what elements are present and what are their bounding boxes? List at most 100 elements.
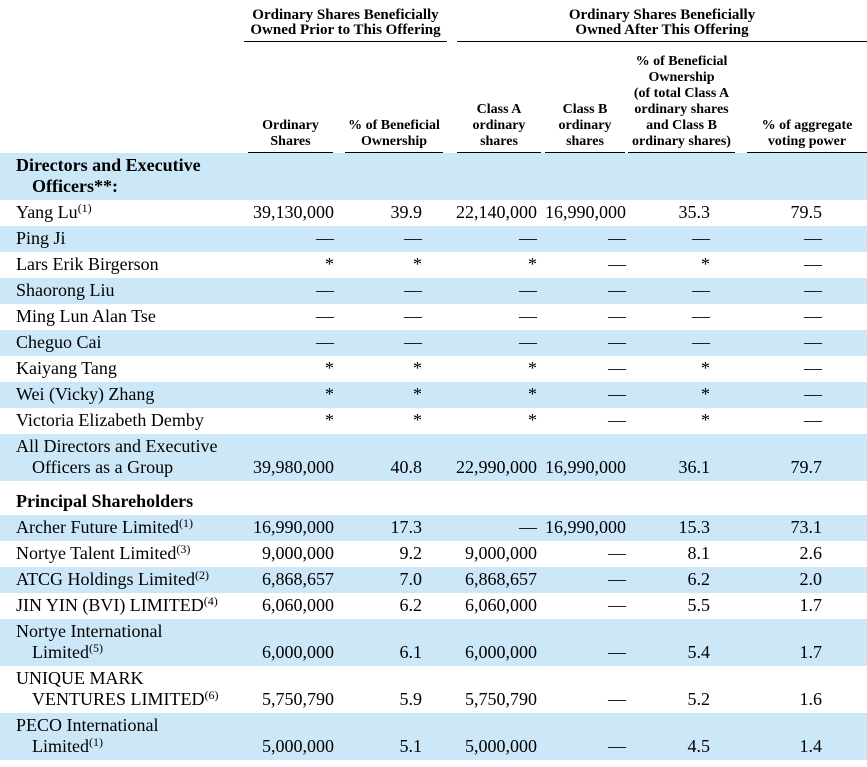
cell-ordinary-shares: 9,000,000: [244, 541, 338, 567]
cell-class-b-shares: —: [541, 666, 628, 713]
shareholder-name: PECO InternationalLimited(1): [0, 713, 244, 760]
shareholder-name: Ming Lun Alan Tse: [0, 304, 244, 330]
cell-class-b-shares: —: [541, 278, 628, 304]
cell-class-a-shares: 9,000,000: [455, 541, 541, 567]
cell-pct-voting-power: —: [741, 252, 867, 278]
column-header-pct-voting-power: % of aggregate voting power: [741, 42, 867, 153]
column-header-pct-beneficial-ownership: % of Beneficial Ownership: [338, 42, 455, 153]
cell-class-a-shares: —: [455, 330, 541, 356]
cell-ordinary-shares: *: [244, 356, 338, 382]
footnote-marker: (4): [204, 594, 218, 608]
shareholder-name: ATCG Holdings Limited(2): [0, 567, 244, 593]
cell-class-a-shares: 5,000,000: [455, 713, 541, 760]
cell-class-a-shares: 6,000,000: [455, 619, 541, 666]
cell-pct-beneficial-total: 5.5: [628, 593, 741, 619]
cell-class-b-shares: —: [541, 593, 628, 619]
table-row: Wei (Vicky) Zhang***—*—: [0, 382, 867, 408]
shareholder-name-line: Nortye International: [16, 621, 242, 642]
cell-pct-voting-power: 1.6: [741, 666, 867, 713]
cell-pct-beneficial-ownership: 5.9: [338, 666, 455, 713]
cell-pct-voting-power: 1.7: [741, 619, 867, 666]
cell-class-a-shares: 22,140,000: [455, 200, 541, 226]
cell-pct-beneficial-ownership: 6.1: [338, 619, 455, 666]
cell-ordinary-shares: *: [244, 252, 338, 278]
cell-pct-beneficial-total: 6.2: [628, 567, 741, 593]
section-gap: [0, 481, 867, 489]
section-gap-cell: [0, 481, 867, 489]
group-header-prior-offering: Ordinary Shares Beneficially Owned Prior…: [244, 0, 455, 42]
shareholder-name-line: Officers as a Group: [16, 457, 242, 478]
cell-pct-beneficial-ownership: —: [338, 304, 455, 330]
cell-pct-beneficial-total: 15.3: [628, 515, 741, 541]
cell-pct-voting-power: —: [741, 304, 867, 330]
cell-class-a-shares: 6,868,657: [455, 567, 541, 593]
section-title-row: Directors and ExecutiveOfficers**:: [0, 153, 867, 200]
column-header-row: Ordinary Shares % of Beneficial Ownershi…: [0, 42, 867, 153]
cell-class-b-shares: —: [541, 226, 628, 252]
shareholder-name: Cheguo Cai: [0, 330, 244, 356]
cell-pct-beneficial-ownership: *: [338, 356, 455, 382]
cell-ordinary-shares: 39,980,000: [244, 434, 338, 481]
shareholder-name-line: All Directors and Executive: [16, 436, 242, 457]
shareholder-name-line: Limited(5): [16, 642, 242, 663]
cell-pct-voting-power: 73.1: [741, 515, 867, 541]
column-header-label: % of Beneficial Ownership (of total Clas…: [628, 54, 735, 153]
shareholder-name: Archer Future Limited(1): [0, 515, 244, 541]
cell-class-b-shares: —: [541, 619, 628, 666]
footnote-marker: (1): [78, 201, 92, 215]
cell-pct-voting-power: —: [741, 382, 867, 408]
footnote-marker: (2): [195, 568, 209, 582]
cell-pct-beneficial-total: —: [628, 278, 741, 304]
shareholder-name: JIN YIN (BVI) LIMITED(4): [0, 593, 244, 619]
column-header-class-a-shares: Class A ordinary shares: [455, 42, 541, 153]
cell-class-a-shares: *: [455, 252, 541, 278]
cell-class-b-shares: —: [541, 330, 628, 356]
shareholder-name-line: Wei (Vicky) Zhang: [16, 384, 242, 405]
cell-pct-beneficial-total: 8.1: [628, 541, 741, 567]
shareholder-name-line: ATCG Holdings Limited(2): [16, 569, 242, 590]
column-header-label: % of Beneficial Ownership: [345, 118, 443, 153]
shareholder-name-line: Victoria Elizabeth Demby: [16, 410, 242, 431]
cell-ordinary-shares: 5,750,790: [244, 666, 338, 713]
cell-class-a-shares: —: [455, 278, 541, 304]
cell-pct-beneficial-total: *: [628, 382, 741, 408]
shareholder-name-line: Cheguo Cai: [16, 332, 242, 353]
cell-ordinary-shares: 39,130,000: [244, 200, 338, 226]
cell-pct-voting-power: 1.7: [741, 593, 867, 619]
section-title: Principal Shareholders: [0, 489, 867, 515]
shareholder-name: Yang Lu(1): [0, 200, 244, 226]
cell-pct-beneficial-total: 5.4: [628, 619, 741, 666]
table-body: Directors and ExecutiveOfficers**:Yang L…: [0, 153, 867, 760]
cell-pct-beneficial-total: *: [628, 356, 741, 382]
column-header-pct-beneficial-total: % of Beneficial Ownership (of total Clas…: [628, 42, 741, 153]
shareholder-name: All Directors and ExecutiveOfficers as a…: [0, 434, 244, 481]
section-title: Directors and ExecutiveOfficers**:: [0, 153, 867, 200]
cell-class-b-shares: —: [541, 356, 628, 382]
shareholder-name: Victoria Elizabeth Demby: [0, 408, 244, 434]
cell-ordinary-shares: —: [244, 278, 338, 304]
shareholder-name-line: Limited(1): [16, 736, 242, 757]
cell-pct-beneficial-ownership: —: [338, 330, 455, 356]
shareholder-name: Nortye InternationalLimited(5): [0, 619, 244, 666]
table-row: JIN YIN (BVI) LIMITED(4)6,060,0006.26,06…: [0, 593, 867, 619]
shareholder-name-line: Yang Lu(1): [16, 202, 242, 223]
cell-pct-beneficial-ownership: —: [338, 278, 455, 304]
ownership-table: Ordinary Shares Beneficially Owned Prior…: [0, 0, 867, 760]
cell-ordinary-shares: 6,868,657: [244, 567, 338, 593]
cell-class-b-shares: —: [541, 567, 628, 593]
cell-pct-beneficial-ownership: *: [338, 382, 455, 408]
group-header-after-label: Ordinary Shares Beneficially Owned After…: [457, 8, 867, 42]
table-row: Shaorong Liu——————: [0, 278, 867, 304]
cell-ordinary-shares: —: [244, 330, 338, 356]
document-page: Ordinary Shares Beneficially Owned Prior…: [0, 0, 867, 767]
shareholder-name-line: Shaorong Liu: [16, 280, 242, 301]
cell-pct-beneficial-total: 5.2: [628, 666, 741, 713]
cell-pct-voting-power: —: [741, 356, 867, 382]
shareholder-name-line: PECO International: [16, 715, 242, 736]
cell-class-b-shares: —: [541, 252, 628, 278]
cell-pct-beneficial-ownership: *: [338, 252, 455, 278]
cell-pct-beneficial-ownership: 9.2: [338, 541, 455, 567]
footnote-marker: (5): [89, 641, 103, 655]
table-row: Lars Erik Birgerson***—*—: [0, 252, 867, 278]
cell-class-b-shares: 16,990,000: [541, 515, 628, 541]
